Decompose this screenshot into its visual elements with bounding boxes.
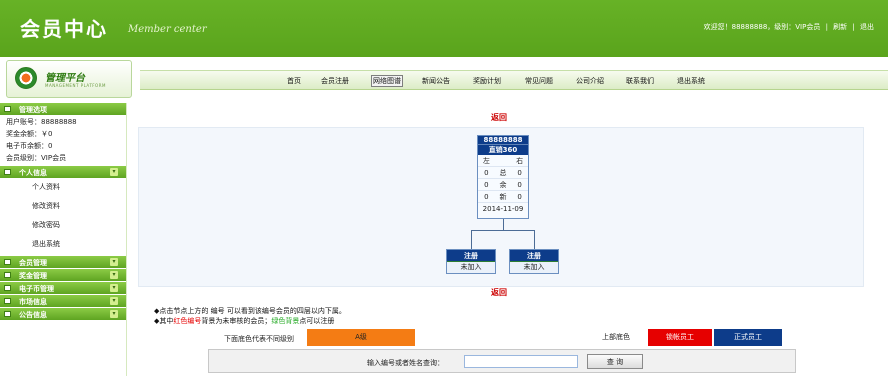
logout-link[interactable]: 退出 (860, 23, 874, 31)
child-node-status: 未加入 (460, 263, 482, 271)
nav-item-contact[interactable]: 联系我们 (626, 76, 654, 86)
page-subtitle: Member center (128, 24, 207, 35)
sidebar: 管理选项 用户账号：88888888 奖金余额：￥0 电子币余额：0 会员级别：… (0, 103, 127, 376)
page-title: 会员中心 (20, 17, 108, 41)
child-node-left[interactable]: 注册 未加入 (446, 249, 496, 274)
sidebar-item-profile[interactable]: 个人资料 (0, 178, 126, 197)
chevron-down-icon: ▾ (110, 310, 118, 318)
root-node-stats: 左右 0总0 0余0 0新0 (478, 155, 528, 203)
root-node-name: 直销360 (488, 146, 518, 154)
legend-swatch-top: 上部底色 (586, 329, 646, 346)
nav-item-rewards[interactable]: 奖励计划 (473, 76, 501, 86)
search-label: 输入编号或者姓名查询： (367, 359, 444, 367)
chevron-down-icon: ▾ (110, 168, 118, 176)
note-line-1: ◆点击节点上方的 编号 可以看到该编号会员的四层以内下属。 (154, 307, 346, 315)
sidebar-item-edit-profile[interactable]: 修改资料 (0, 197, 126, 216)
welcome-bar: 欢迎您！88888888，级别：VIP会员 | 刷新 | 退出 (703, 23, 874, 31)
member-level: 会员级别：VIP会员 (6, 154, 67, 162)
tree-line-right (534, 230, 535, 249)
main-nav: 首页 会员注册 网络图谱 新闻公告 奖励计划 常见问题 公司介绍 联系我们 退出… (140, 70, 888, 90)
tree-line-vertical (503, 219, 504, 230)
tree-line-horizontal (471, 230, 535, 231)
return-link-bottom[interactable]: 返回 (491, 287, 507, 298)
sidebar-header-members[interactable]: 会员管理 ▾ (0, 256, 126, 268)
nav-item-faq[interactable]: 常见问题 (525, 76, 553, 86)
tree-line-left (471, 230, 472, 249)
legend-label: 下面底色代表不同级别 (224, 335, 294, 343)
chevron-down-icon: ▾ (110, 258, 118, 266)
square-icon (4, 259, 11, 265)
search-bar: 输入编号或者姓名查询： 查 询 (208, 349, 796, 373)
nav-wrap: 管理平台 MANAGEMENT PLATFORM 首页 会员注册 网络图谱 新闻… (0, 57, 888, 100)
help-notes: ◆点击节点上方的 编号 可以看到该编号会员的四层以内下属。 ◆其中红色编号背景为… (154, 306, 346, 326)
sidebar-item-change-password[interactable]: 修改密码 (0, 216, 126, 235)
top-header: 会员中心 Member center 欢迎您！88888888，级别：VIP会员… (0, 0, 888, 57)
sidebar-header-manage[interactable]: 管理选项 (0, 103, 126, 115)
level-legend: 下面底色代表不同级别 A级 上部底色 锁帐员工 正式员工 (218, 329, 784, 347)
child-node-register-link[interactable]: 注册 (510, 250, 558, 262)
square-icon (4, 298, 11, 304)
logo-text: 管理平台 (45, 73, 85, 84)
child-node-register-link[interactable]: 注册 (447, 250, 495, 262)
bonus-balance: 奖金余额：￥0 (6, 130, 53, 138)
sidebar-header-market[interactable]: 市场信息 ▾ (0, 295, 126, 307)
search-input[interactable] (464, 355, 578, 368)
chevron-down-icon: ▾ (110, 297, 118, 305)
legend-swatch-locked: 锁帐员工 (648, 329, 712, 346)
square-icon (4, 272, 11, 278)
ecoin-balance: 电子币余额：0 (6, 142, 53, 150)
child-node-status: 未加入 (523, 263, 545, 271)
square-icon (4, 106, 11, 112)
root-node: 88888888 直销360 左右 0总0 0余0 0新0 2014-11-09 (477, 135, 529, 219)
refresh-link[interactable]: 刷新 (833, 23, 847, 31)
child-node-right[interactable]: 注册 未加入 (509, 249, 559, 274)
square-icon (4, 311, 11, 317)
nav-item-home[interactable]: 首页 (287, 76, 301, 86)
nav-item-exit[interactable]: 退出系统 (677, 76, 705, 86)
root-node-header[interactable]: 88888888 直销360 (478, 136, 528, 155)
account-info: 用户账号：88888888 奖金余额：￥0 电子币余额：0 会员级别：VIP会员 (0, 115, 126, 165)
search-button[interactable]: 查 询 (587, 354, 643, 369)
legend-swatch-a: A级 (307, 329, 415, 346)
nav-item-network[interactable]: 网络图谱 (371, 75, 403, 87)
chevron-down-icon: ▾ (110, 271, 118, 279)
sidebar-header-personal[interactable]: 个人信息 ▾ (0, 166, 126, 178)
root-node-date: 2014-11-09 (482, 205, 524, 213)
nav-item-about[interactable]: 公司介绍 (576, 76, 604, 86)
platform-logo: 管理平台 MANAGEMENT PLATFORM (6, 60, 132, 98)
account-number: 用户账号：88888888 (6, 118, 77, 126)
logo-small-text: MANAGEMENT PLATFORM (45, 83, 106, 88)
sidebar-header-ecoin[interactable]: 电子币管理 ▾ (0, 282, 126, 294)
return-link-top[interactable]: 返回 (491, 112, 507, 123)
nav-item-news[interactable]: 新闻公告 (422, 76, 450, 86)
root-node-id[interactable]: 88888888 (478, 136, 528, 145)
sidebar-header-bonus[interactable]: 奖金管理 ▾ (0, 269, 126, 281)
legend-swatch-formal: 正式员工 (714, 329, 782, 346)
logo-icon (15, 67, 37, 89)
chevron-down-icon: ▾ (110, 284, 118, 292)
nav-item-register[interactable]: 会员注册 (321, 76, 349, 86)
square-icon (4, 169, 11, 175)
welcome-text: 欢迎您！88888888，级别：VIP会员 (703, 23, 821, 31)
square-icon (4, 285, 11, 291)
note-line-2: ◆其中红色编号背景为未审核的会员；绿色背景点可以注册 (154, 317, 335, 325)
sidebar-item-exit[interactable]: 退出系统 (0, 235, 126, 254)
sidebar-header-notice[interactable]: 公告信息 ▾ (0, 308, 126, 320)
